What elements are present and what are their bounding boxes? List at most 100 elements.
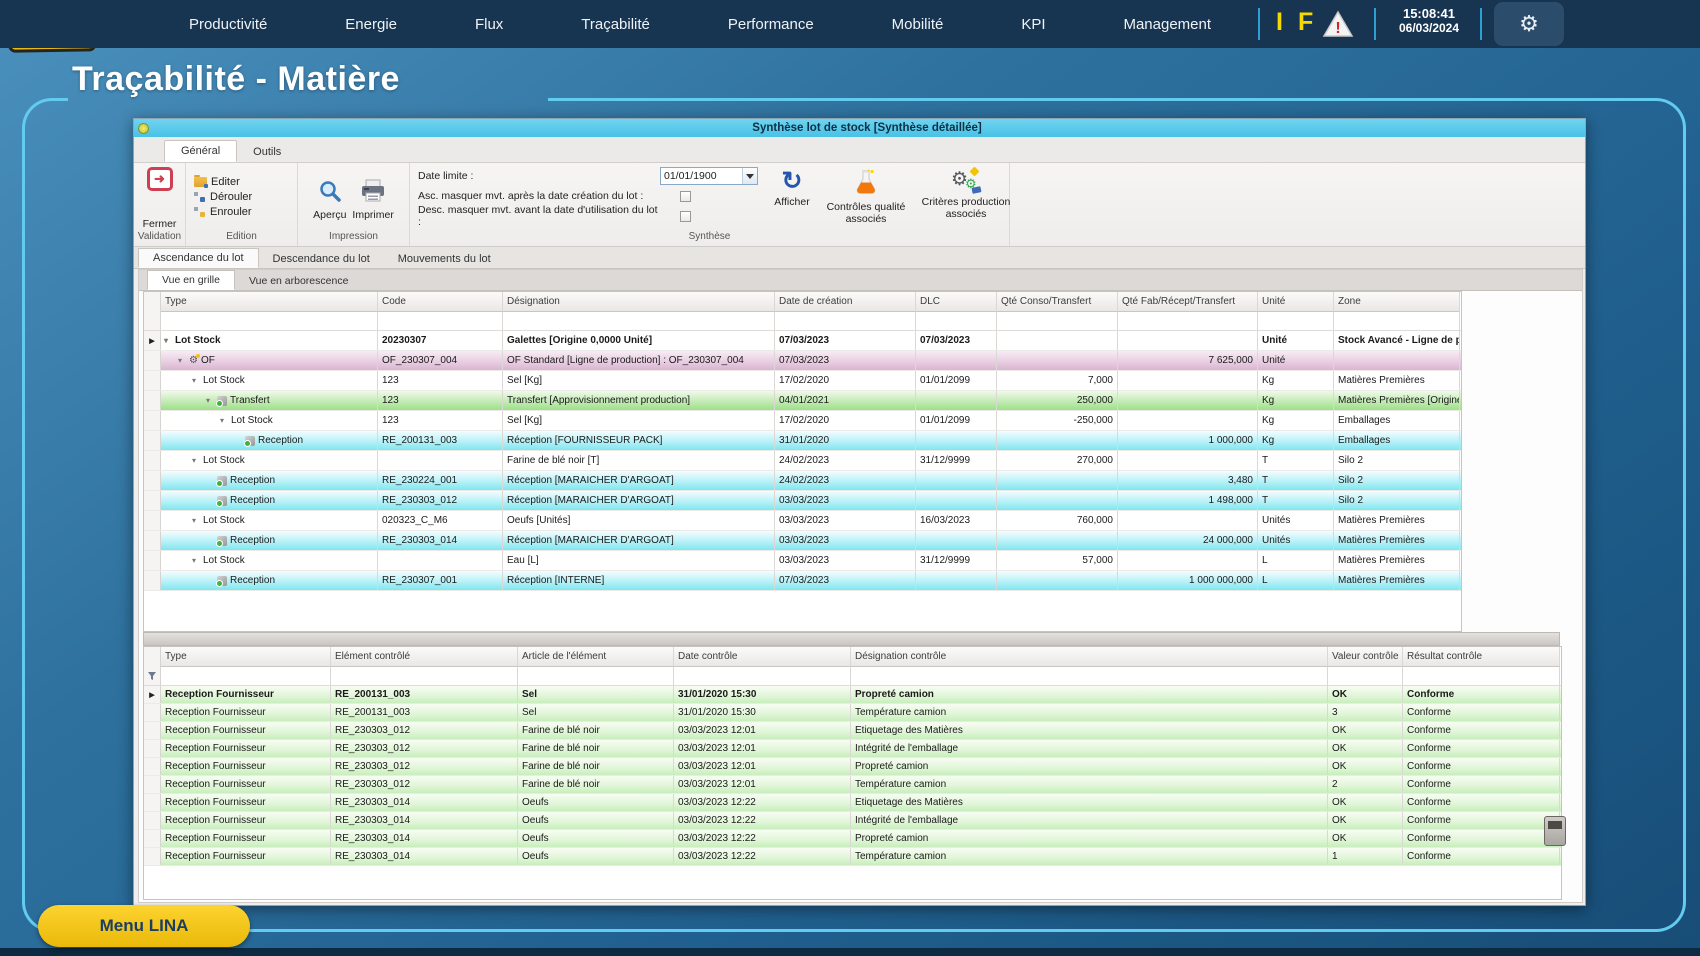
filter-cell[interactable] (1334, 312, 1460, 330)
editer-button[interactable]: Editer (194, 175, 297, 188)
table-row[interactable]: Reception Fournisseur RE_230303_014 Oeufs 0… (144, 794, 1561, 812)
expander-icon[interactable]: ▾ (192, 556, 203, 565)
column-header-zone[interactable]: Zone (1334, 292, 1460, 312)
device-icon[interactable] (1544, 816, 1566, 846)
filter-cell[interactable] (1118, 312, 1258, 330)
ribbon-tab-general[interactable]: Général (164, 140, 238, 162)
column-header-code[interactable]: Code (378, 292, 503, 312)
table-row[interactable]: Reception Fournisseur RE_200131_003 Sel 31/… (144, 704, 1561, 722)
table-row[interactable]: Reception RE_230303_012 Réception [MARAICH… (144, 491, 1461, 511)
view-tab-vue-en-arborescence[interactable]: Vue en arborescence (235, 272, 362, 290)
filter-cell[interactable] (1258, 312, 1334, 330)
filter-cell[interactable] (674, 667, 851, 685)
nav-item-productivite[interactable]: Productivité (189, 16, 267, 33)
table-row[interactable]: ▾ Lot Stock 123 Sel [Kg] 17/02/2020 01/01/209… (144, 411, 1461, 431)
column-header-element-controle[interactable]: Elément contrôlé (331, 647, 518, 667)
nav-item-flux[interactable]: Flux (475, 16, 503, 33)
column-header-type[interactable]: Type (161, 647, 331, 667)
ribbon-tab-outils[interactable]: Outils (237, 142, 297, 162)
column-header-date-de-creation[interactable]: Date de création (775, 292, 916, 312)
nav-item-management[interactable]: Management (1123, 16, 1211, 33)
column-header-unite[interactable]: Unité (1258, 292, 1334, 312)
column-header-designation[interactable]: Désignation (503, 292, 775, 312)
table-row[interactable]: Reception RE_230307_001 Réception [INTERNE… (144, 571, 1461, 591)
table-row[interactable]: Reception Fournisseur RE_230303_014 Oeufs 0… (144, 848, 1561, 866)
table-row[interactable]: Reception RE_200131_003 Réception [FOURNIS… (144, 431, 1461, 451)
desc-checkbox[interactable] (680, 210, 691, 222)
expander-icon[interactable]: ▾ (178, 356, 189, 365)
afficher-button[interactable]: ↻ Afficher (766, 163, 818, 231)
tab-descendance-du-lot[interactable]: Descendance du lot (259, 250, 384, 268)
table-row[interactable]: Reception Fournisseur RE_230303_014 Oeufs 0… (144, 812, 1561, 830)
filter-cell[interactable] (1403, 667, 1560, 685)
table-row[interactable]: ▾ Lot Stock Eau [L] 03/03/2023 31/12/9999 57,… (144, 551, 1461, 571)
column-header-dlc[interactable]: DLC (916, 292, 997, 312)
column-header-qte-conso-transfert[interactable]: Qté Conso/Transfert (997, 292, 1118, 312)
filter-cell[interactable] (851, 667, 1328, 685)
expander-icon[interactable]: ▾ (192, 516, 203, 525)
expander-icon[interactable]: ▾ (192, 456, 203, 465)
cell-unite: Kg (1258, 411, 1334, 430)
filter-cell[interactable] (518, 667, 674, 685)
table-row[interactable]: Reception Fournisseur RE_230303_012 Farine… (144, 722, 1561, 740)
table-row[interactable]: Reception Fournisseur RE_230303_012 Farine… (144, 740, 1561, 758)
table-row[interactable]: Reception RE_230224_001 Réception [MARAICH… (144, 471, 1461, 491)
grid-splitter[interactable] (143, 632, 1560, 646)
filter-cell[interactable] (378, 312, 503, 330)
column-header-type[interactable]: Type (161, 292, 378, 312)
column-header-qte-fab-recept-transfert[interactable]: Qté Fab/Récept/Transfert (1118, 292, 1258, 312)
filter-cell[interactable] (916, 312, 997, 330)
nav-item-mobilite[interactable]: Mobilité (892, 16, 944, 33)
editer-label: Editer (211, 176, 240, 188)
nav-item-performance[interactable]: Performance (728, 16, 814, 33)
filter-cell[interactable] (775, 312, 916, 330)
menu-lina-button[interactable]: Menu LINA (38, 905, 250, 947)
cell-designation: OF Standard [Ligne de production] : OF_2… (503, 351, 775, 370)
window-titlebar[interactable]: Synthèse lot de stock [Synthèse détaillé… (134, 119, 1585, 137)
tab-ascendance-du-lot[interactable]: Ascendance du lot (138, 248, 259, 268)
expander-icon[interactable]: ▾ (164, 336, 175, 345)
filter-cell[interactable] (503, 312, 775, 330)
criteres-production-button[interactable]: ⚙ ⚙ Critères production associés (914, 163, 1018, 231)
apercu-button[interactable]: Aperçu (313, 173, 346, 221)
table-row[interactable]: ▾ Lot Stock 020323_C_M6 Oeufs [Unités] 03/03… (144, 511, 1461, 531)
enrouler-button[interactable]: Enrouler (194, 206, 297, 218)
chevron-down-icon[interactable] (742, 168, 757, 184)
filter-cell[interactable] (161, 312, 378, 330)
expander-icon[interactable]: ▾ (192, 376, 203, 385)
filter-cell[interactable] (1328, 667, 1403, 685)
tab-mouvements-du-lot[interactable]: Mouvements du lot (384, 250, 505, 268)
filter-cell[interactable] (161, 667, 331, 685)
controles-qualite-button[interactable]: Contrôles qualité associés (818, 163, 914, 231)
derouler-button[interactable]: Dérouler (194, 191, 297, 203)
fermer-button[interactable]: ➜ Fermer (134, 163, 185, 231)
filter-cell[interactable] (331, 667, 518, 685)
column-header-valeur-controle[interactable]: Valeur contrôle (1328, 647, 1403, 667)
column-header-resultat-controle[interactable]: Résultat contrôle (1403, 647, 1560, 667)
table-row[interactable]: ▾ Lot Stock Farine de blé noir [T] 24/02/20… (144, 451, 1461, 471)
table-row[interactable]: ▶ ▾ Lot Stock 20230307 Galettes [Origine 0,0… (144, 331, 1461, 351)
warning-icon[interactable]: ! (1322, 10, 1354, 43)
view-tab-vue-en-grille[interactable]: Vue en grille (147, 270, 235, 290)
filter-cell[interactable] (997, 312, 1118, 330)
nav-item-tracabilite[interactable]: Traçabilité (581, 16, 650, 33)
settings-button[interactable]: ⚙ (1494, 2, 1564, 46)
column-header-article-de-l-element[interactable]: Article de l'élément (518, 647, 674, 667)
imprimer-button[interactable]: Imprimer (352, 173, 394, 221)
nav-item-energie[interactable]: Energie (345, 16, 397, 33)
table-row[interactable]: Reception Fournisseur RE_230303_014 Oeufs 0… (144, 830, 1561, 848)
column-header-designation-controle[interactable]: Désignation contrôle (851, 647, 1328, 667)
asc-checkbox[interactable] (680, 190, 691, 202)
expander-icon[interactable]: ▾ (220, 416, 231, 425)
column-header-date-controle[interactable]: Date contrôle (674, 647, 851, 667)
table-row[interactable]: Reception Fournisseur RE_230303_012 Farine… (144, 776, 1561, 794)
nav-item-kpi[interactable]: KPI (1021, 16, 1045, 33)
table-row[interactable]: ▾ Lot Stock 123 Sel [Kg] 17/02/2020 01/01/209… (144, 371, 1461, 391)
table-row[interactable]: Reception Fournisseur RE_230303_012 Farine… (144, 758, 1561, 776)
table-row[interactable]: ▾ Transfert 123 Transfert [Approvisionnemen… (144, 391, 1461, 411)
table-row[interactable]: Reception RE_230303_014 Réception [MARAICH… (144, 531, 1461, 551)
table-row[interactable]: ▾ ⚙ OF OF_230307_004 OF Standard [Ligne de p… (144, 351, 1461, 371)
date-limite-combo[interactable]: 01/01/1900 (660, 167, 758, 185)
table-row[interactable]: ▶ Reception Fournisseur RE_200131_003 Sel 31… (144, 686, 1561, 704)
topbar-divider (1258, 8, 1260, 40)
